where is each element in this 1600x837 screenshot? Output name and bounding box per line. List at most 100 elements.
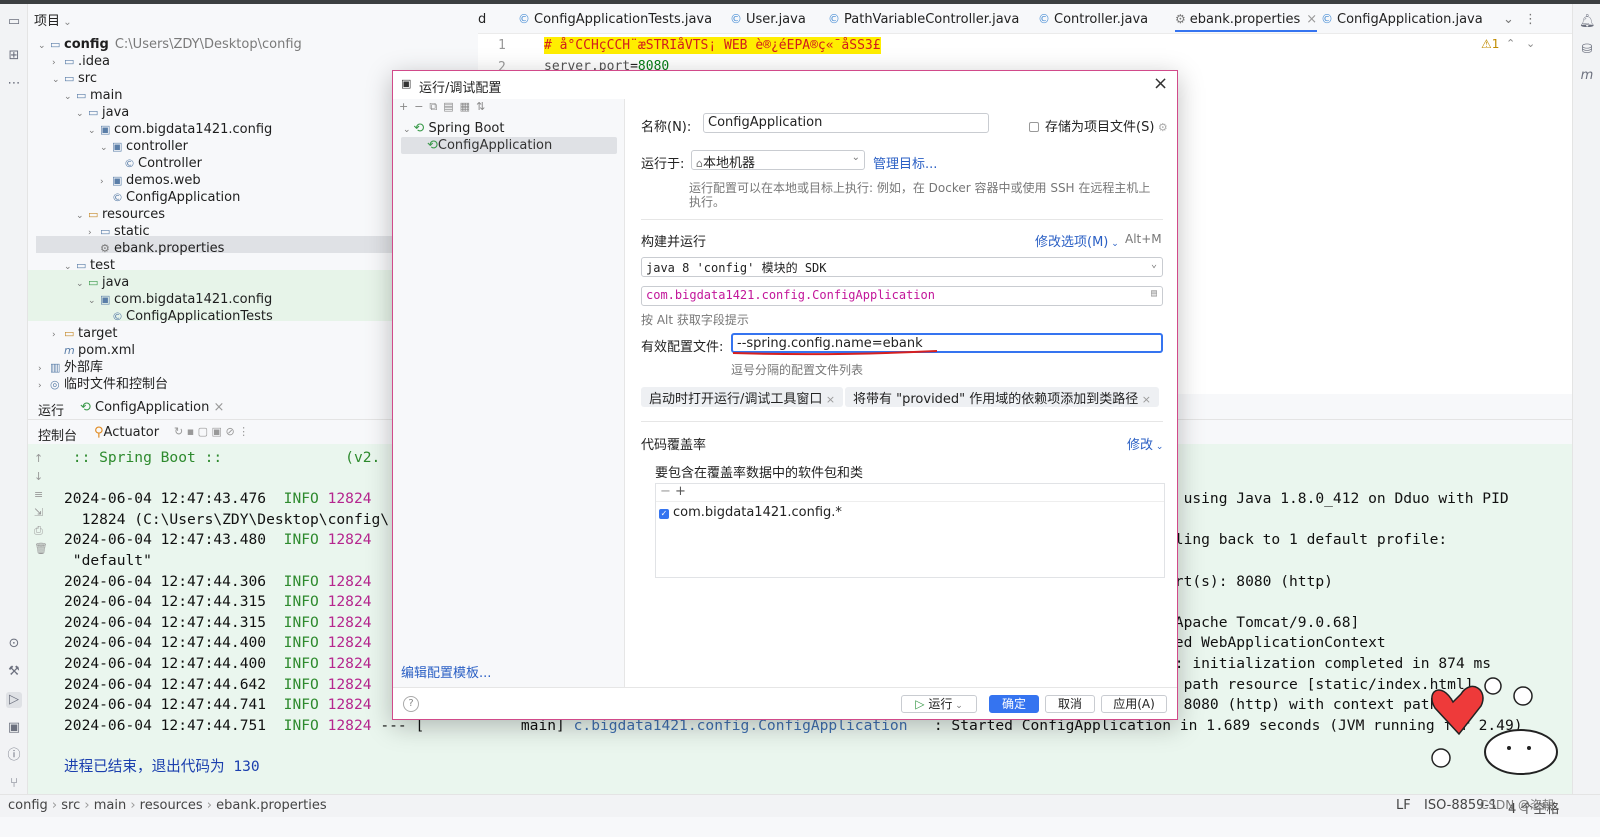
tree-label: main: [90, 88, 123, 103]
git-icon[interactable]: ⑂: [6, 776, 22, 792]
build-icon[interactable]: ⚒: [6, 664, 22, 680]
main-class-field[interactable]: com.bigdata1421.config.ConfigApplication…: [641, 286, 1163, 306]
chip-open-tool-window[interactable]: 启动时打开运行/调试工具窗口 ×: [641, 387, 844, 407]
browse-icon[interactable]: ▤: [1151, 288, 1157, 299]
watermark-text: CSDN @恣朝: [1480, 798, 1555, 812]
run-icon[interactable]: ▷: [6, 692, 22, 708]
tab-ebank-properties[interactable]: ⚙ ebank.properties ×: [1175, 12, 1318, 32]
tree-item-test[interactable]: ⌄ ▭ test: [64, 257, 115, 274]
log-timestamp: 2024-06-04 12:47:44.306: [64, 572, 284, 590]
apply-button[interactable]: 应用(A): [1101, 695, 1167, 713]
tree-item-target[interactable]: › ▭ target: [52, 325, 118, 342]
run-on-select[interactable]: ⌂本地机器 ⌄: [691, 150, 865, 170]
tree-label: java: [102, 105, 130, 120]
log-pid: 12824: [327, 531, 372, 549]
warning-indicator[interactable]: ⚠1: [1481, 37, 1499, 51]
tab-actuator[interactable]: ⚲Actuator: [94, 425, 159, 440]
log-pid: 12824: [327, 654, 372, 672]
tree-item-idea[interactable]: › ▭ .idea: [52, 53, 110, 70]
tree-item-controller[interactable]: © Controller: [112, 155, 202, 172]
more-icon[interactable]: ⋯: [6, 76, 22, 92]
tree-configapplication[interactable]: ⟲ConfigApplication: [427, 138, 552, 153]
notifications-icon[interactable]: 🔔︎: [1579, 14, 1596, 30]
tree-label: .idea: [78, 54, 110, 69]
checkbox-checked-icon[interactable]: ✓: [659, 509, 669, 519]
add-icon[interactable]: +: [675, 484, 686, 499]
coverage-list-toolbar[interactable]: − +: [656, 484, 1164, 502]
tab-label: Controller.java: [1054, 12, 1149, 27]
breadcrumb-item[interactable]: ebank.properties: [216, 798, 326, 813]
tree-item-pom[interactable]: m pom.xml: [52, 342, 135, 359]
tree-item-src[interactable]: ⌄ ▭ src: [52, 70, 97, 87]
run-on-hint: 运行配置可以在本地或目标上执行: 例如，在 Docker 容器中或使用 SSH …: [689, 181, 1151, 209]
help-icon[interactable]: ?: [403, 696, 419, 712]
tree-item-package[interactable]: ⌄ ▣ com.bigdata1421.config: [88, 121, 272, 138]
tree-item-java[interactable]: ⌄ ▭ java: [76, 104, 129, 121]
cancel-button[interactable]: 取消: [1045, 695, 1095, 713]
edit-templates-link[interactable]: 编辑配置模板...: [401, 662, 491, 681]
tree-spring-boot[interactable]: ⌄ ⟲ Spring Boot: [403, 121, 504, 136]
config-toolbar-icons[interactable]: +−⧉▤▦⇅: [399, 100, 491, 114]
heart-shape: [1431, 685, 1484, 736]
maven-icon[interactable]: m: [1579, 68, 1595, 84]
folder-icon[interactable]: ▭: [6, 14, 22, 30]
tab-console[interactable]: 控制台: [38, 425, 77, 444]
nav-down-icon[interactable]: ⌄: [1526, 37, 1535, 50]
log-timestamp: 2024-06-04 12:47:44.315: [64, 593, 284, 611]
sdk-select[interactable]: java 8 'config' 模块的 SDK ⌄: [641, 257, 1163, 277]
project-header[interactable]: 项目 ⌄: [34, 10, 72, 29]
tree-item-config[interactable]: ⌄ ▭ config C:\Users\ZDY\Desktop\config: [38, 36, 302, 53]
problems-icon[interactable]: ⓘ: [6, 748, 22, 764]
breadcrumb-item[interactable]: config: [8, 798, 48, 813]
chip-provided-scope[interactable]: 将带有 "provided" 作用域的依赖项添加到类路径 ×: [845, 387, 1160, 407]
tree-item-scratches[interactable]: › ◎ 临时文件和控制台: [38, 376, 168, 393]
tab-pathvariablecontroller[interactable]: © PathVariableController.java: [828, 12, 1019, 27]
modify-options-link[interactable]: 修改选项(M) ⌄: [1035, 231, 1119, 250]
tab-truncated[interactable]: d: [478, 12, 486, 27]
tab-user[interactable]: © User.java: [730, 12, 806, 27]
tree-item-main[interactable]: ⌄ ▭ main: [64, 87, 122, 104]
remove-icon[interactable]: −: [660, 484, 671, 499]
nav-up-icon[interactable]: ⌃: [1506, 37, 1515, 50]
breadcrumb-item[interactable]: main: [94, 798, 126, 813]
run-config-tab[interactable]: ⟲ ConfigApplication ×: [80, 400, 224, 415]
more-tabs-icon[interactable]: ⋮: [1524, 12, 1537, 27]
run-button[interactable]: ▷ 运行 ⌄: [901, 695, 977, 713]
breadcrumb-item[interactable]: src: [61, 798, 80, 813]
line-ending[interactable]: LF: [1396, 798, 1411, 813]
store-as-file-checkbox[interactable]: 存储为项目文件(S) ⚙: [1029, 116, 1168, 135]
tab-configapplicationtests[interactable]: © ConfigApplicationTests.java: [518, 12, 712, 27]
close-icon[interactable]: ×: [1153, 73, 1168, 94]
tree-item-tests-class[interactable]: © ConfigApplicationTests: [100, 308, 273, 325]
sticker-face-2: [1484, 677, 1502, 695]
tab-controller[interactable]: © Controller.java: [1038, 12, 1148, 27]
breadcrumb-item[interactable]: resources: [140, 798, 203, 813]
services-icon[interactable]: ⊙: [6, 636, 22, 652]
manage-targets-link[interactable]: 管理目标...: [873, 153, 937, 172]
coverage-modify-link[interactable]: 修改 ⌄: [1127, 434, 1163, 453]
tabs-dropdown-icon[interactable]: ⌄: [1503, 12, 1514, 27]
code-content[interactable]: # å°CCHçCCH¨æSTRIåVTS¡ WEB è®¿éEPA®ç«¯åS…: [544, 37, 881, 74]
run-tool-title[interactable]: 运行: [38, 400, 64, 419]
structure-icon[interactable]: ⊞: [6, 48, 22, 64]
terminal-icon[interactable]: ▣: [6, 720, 22, 736]
tree-item-demos-web[interactable]: › ▣ demos.web: [100, 172, 201, 189]
tree-item-configapplication[interactable]: © ConfigApplication: [100, 189, 240, 206]
close-icon[interactable]: ×: [1306, 12, 1317, 27]
console-side-tools[interactable]: ↑ ↓ ≡ ⇲ ⎙ 🗑︎: [34, 450, 50, 558]
name-input[interactable]: ConfigApplication: [703, 113, 989, 133]
tab-configapplication[interactable]: © ConfigApplication.java: [1321, 12, 1483, 27]
tree-item-resources[interactable]: ⌄ ▭ resources: [76, 206, 165, 223]
tree-item-controller-pkg[interactable]: ⌄ ▣ controller: [100, 138, 188, 155]
tree-item-ebank-properties[interactable]: ⚙ ebank.properties: [88, 240, 224, 257]
console-tools-icons[interactable]: ↻ ▪ ▢ ▣ ⊘ ⋮: [174, 425, 249, 438]
tree-item-static[interactable]: › ▭ static: [88, 223, 150, 240]
database-icon[interactable]: ⛁: [1579, 42, 1595, 58]
coverage-item[interactable]: ✓ com.bigdata1421.config.*: [659, 505, 842, 520]
tree-item-external-libs[interactable]: › ▥ 外部库: [38, 359, 103, 376]
tree-item-test-java[interactable]: ⌄ ▭ java: [76, 274, 129, 291]
run-on-value: 本地机器: [702, 156, 755, 170]
log-timestamp: 2024-06-04 12:47:44.642: [64, 675, 284, 693]
ok-button[interactable]: 确定: [989, 695, 1039, 713]
tree-item-test-package[interactable]: ⌄ ▣ com.bigdata1421.config: [88, 291, 272, 308]
